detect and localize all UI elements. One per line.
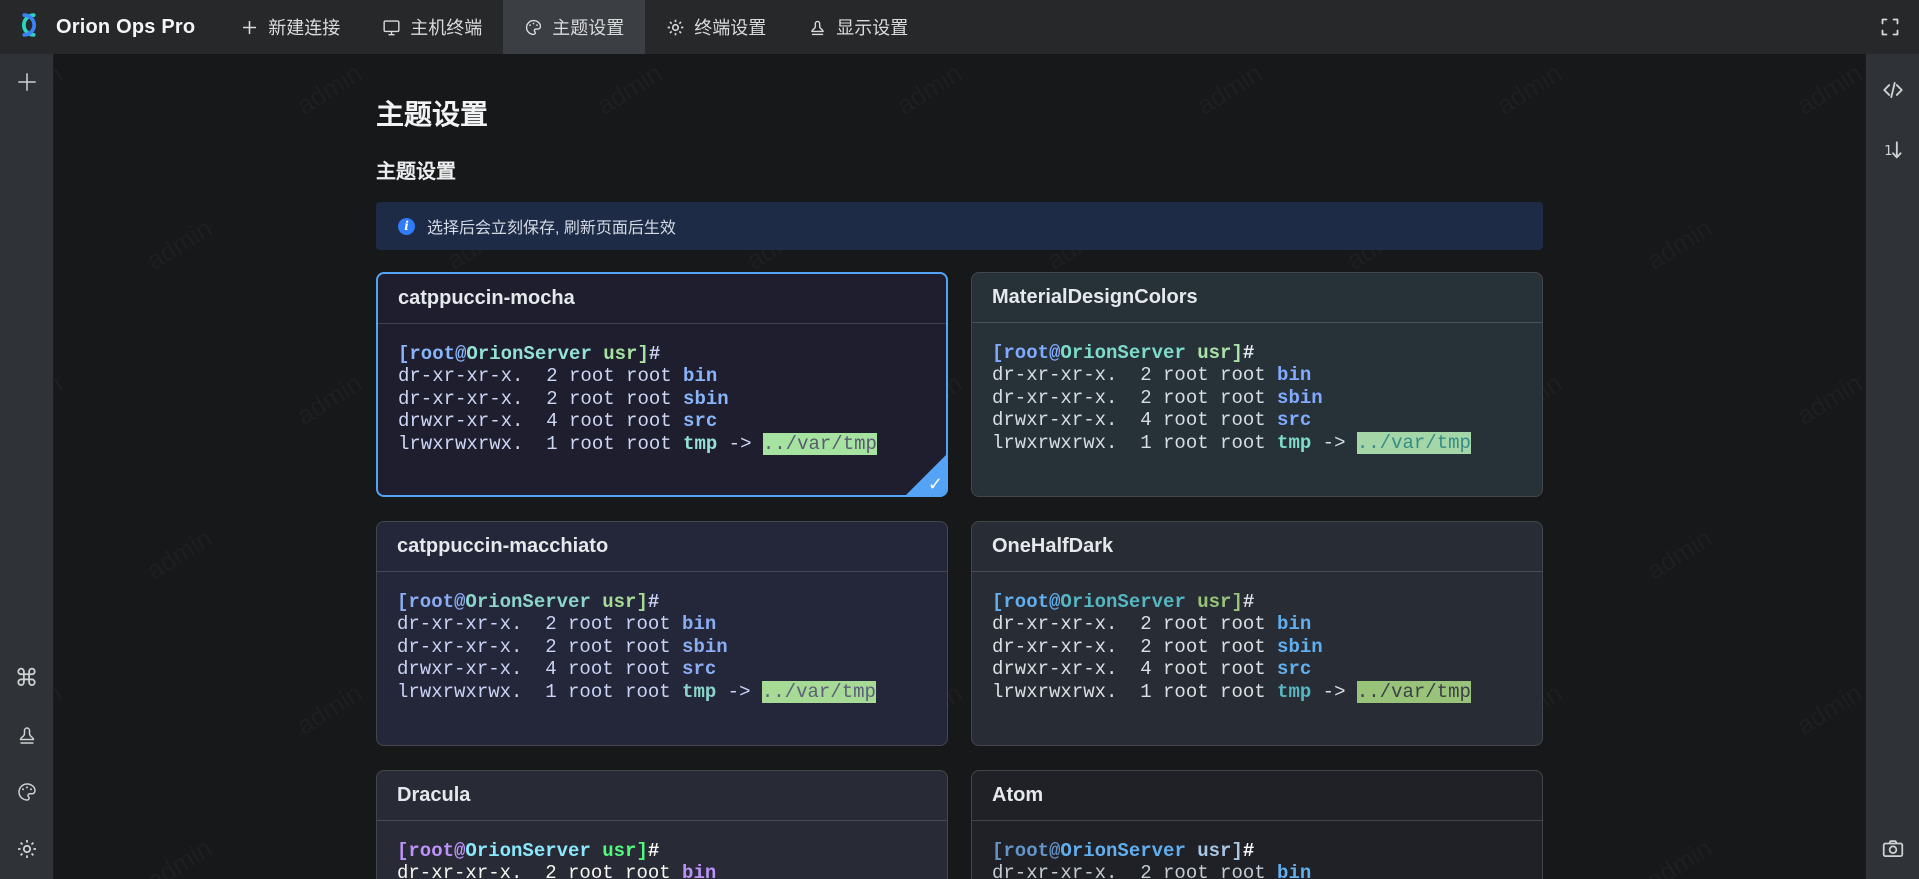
terminal-line: [root@OrionServer usr]# (397, 591, 927, 613)
terminal-line: drwxr-xr-x. 4 root root src (398, 410, 926, 432)
fullscreen-icon[interactable] (1879, 16, 1901, 38)
app-title: Orion Ops Pro (56, 16, 195, 39)
theme-card-Atom[interactable]: Atom [root@OrionServer usr]#dr-xr-xr-x. … (971, 770, 1543, 879)
terminal-preview: [root@OrionServer usr]#dr-xr-xr-x. 2 roo… (377, 572, 947, 745)
left-sidebar: ⌘ (0, 54, 54, 879)
tab-display-settings[interactable]: 显示设置 (787, 0, 929, 54)
theme-name: OneHalfDark (992, 535, 1113, 558)
terminal-line: lrwxrwxrwx. 1 root root tmp -> ../var/tm… (397, 681, 927, 703)
terminal-line: dr-xr-xr-x. 2 root root sbin (992, 636, 1522, 658)
main-tabs: 新建连接 主机终端 主题设置 (219, 0, 929, 54)
camera-icon[interactable] (1866, 827, 1919, 871)
terminal-line: [root@OrionServer usr]# (992, 840, 1522, 862)
tab-new-connection[interactable]: 新建连接 (219, 0, 361, 54)
terminal-line: [root@OrionServer usr]# (992, 342, 1522, 364)
terminal-line: dr-xr-xr-x. 2 root root sbin (992, 387, 1522, 409)
palette-icon (524, 18, 543, 37)
theme-card-catppuccin-mocha[interactable]: catppuccin-mocha [root@OrionServer usr]#… (376, 272, 948, 497)
plus-icon (240, 18, 259, 37)
page-title: 主题设置 (376, 98, 1543, 132)
sort-icon[interactable]: 1 (1866, 128, 1919, 172)
theme-card-MaterialDesignColors[interactable]: MaterialDesignColors [root@OrionServer u… (971, 272, 1543, 497)
tab-theme-settings[interactable]: 主题设置 (503, 0, 645, 54)
theme-card-header: catppuccin-mocha (378, 274, 946, 324)
terminal-line: drwxr-xr-x. 4 root root src (397, 658, 927, 680)
terminal-line: dr-xr-xr-x. 2 root root bin (992, 613, 1522, 635)
terminal-line: [root@OrionServer usr]# (398, 343, 926, 365)
theme-name: Dracula (397, 784, 470, 807)
theme-name: Atom (992, 784, 1043, 807)
gear-icon[interactable] (0, 827, 54, 871)
terminal-line: dr-xr-xr-x. 2 root root bin (397, 862, 927, 879)
tab-label: 终端设置 (694, 14, 766, 40)
theme-card-header: catppuccin-macchiato (377, 522, 947, 572)
terminal-preview: [root@OrionServer usr]#dr-xr-xr-x. 2 roo… (972, 821, 1542, 879)
terminal-line: drwxr-xr-x. 4 root root src (992, 658, 1522, 680)
code-icon[interactable] (1866, 68, 1919, 112)
theme-card-header: Dracula (377, 771, 947, 821)
terminal-line: dr-xr-xr-x. 2 root root bin (398, 365, 926, 387)
monitor-icon (382, 18, 401, 37)
theme-card-OneHalfDark[interactable]: OneHalfDark [root@OrionServer usr]#dr-xr… (971, 521, 1543, 746)
theme-name: catppuccin-macchiato (397, 535, 608, 558)
theme-card-header: MaterialDesignColors (972, 273, 1542, 323)
alert-text: 选择后会立刻保存, 刷新页面后生效 (427, 214, 676, 238)
terminal-line: drwxr-xr-x. 4 root root src (992, 409, 1522, 431)
terminal-preview: [root@OrionServer usr]#dr-xr-xr-x. 2 roo… (377, 821, 947, 879)
terminal-line: dr-xr-xr-x. 2 root root sbin (397, 636, 927, 658)
section-title: 主题设置 (376, 160, 1543, 184)
app-logo-icon (14, 10, 44, 45)
stamp-icon[interactable] (0, 713, 54, 757)
info-alert: i 选择后会立刻保存, 刷新页面后生效 (376, 202, 1543, 250)
theme-card-Dracula[interactable]: Dracula [root@OrionServer usr]#dr-xr-xr-… (376, 770, 948, 879)
terminal-line: lrwxrwxrwx. 1 root root tmp -> ../var/tm… (398, 433, 926, 455)
stamp-icon (808, 18, 827, 37)
top-bar: Orion Ops Pro 新建连接 主机终端 (0, 0, 1919, 54)
terminal-line: [root@OrionServer usr]# (992, 591, 1522, 613)
right-sidebar: 1 (1865, 54, 1919, 879)
tab-label: 主机终端 (410, 14, 482, 40)
terminal-line: dr-xr-xr-x. 2 root root bin (992, 862, 1522, 879)
terminal-preview: [root@OrionServer usr]#dr-xr-xr-x. 2 roo… (972, 572, 1542, 745)
theme-name: MaterialDesignColors (992, 286, 1198, 309)
theme-card-header: OneHalfDark (972, 522, 1542, 572)
terminal-line: dr-xr-xr-x. 2 root root bin (992, 364, 1522, 386)
command-icon[interactable]: ⌘ (0, 656, 54, 700)
tab-label: 新建连接 (268, 14, 340, 40)
palette-icon[interactable] (0, 770, 54, 814)
terminal-line: lrwxrwxrwx. 1 root root tmp -> ../var/tm… (992, 681, 1522, 703)
svg-text:1: 1 (1884, 144, 1892, 159)
terminal-preview: [root@OrionServer usr]#dr-xr-xr-x. 2 roo… (378, 324, 946, 495)
terminal-preview: [root@OrionServer usr]#dr-xr-xr-x. 2 roo… (972, 323, 1542, 496)
tab-host-terminal[interactable]: 主机终端 (361, 0, 503, 54)
theme-card-header: Atom (972, 771, 1542, 821)
info-icon: i (398, 218, 415, 235)
terminal-line: dr-xr-xr-x. 2 root root sbin (398, 388, 926, 410)
theme-grid: catppuccin-mocha [root@OrionServer usr]#… (376, 272, 1543, 879)
check-icon: ✓ (928, 474, 943, 495)
brand: Orion Ops Pro (0, 0, 195, 54)
tab-label: 主题设置 (552, 14, 624, 40)
terminal-line: dr-xr-xr-x. 2 root root bin (397, 613, 927, 635)
theme-card-catppuccin-macchiato[interactable]: catppuccin-macchiato [root@OrionServer u… (376, 521, 948, 746)
theme-name: catppuccin-mocha (398, 287, 575, 310)
tab-terminal-settings[interactable]: 终端设置 (645, 0, 787, 54)
terminal-line: [root@OrionServer usr]# (397, 840, 927, 862)
tab-label: 显示设置 (836, 14, 908, 40)
add-connection-button[interactable] (0, 60, 54, 104)
plus-icon (15, 70, 39, 94)
terminal-line: lrwxrwxrwx. 1 root root tmp -> ../var/tm… (992, 432, 1522, 454)
gear-icon (666, 18, 685, 37)
main-area: adminadminadminadminadminadminadminadmin… (54, 54, 1865, 879)
